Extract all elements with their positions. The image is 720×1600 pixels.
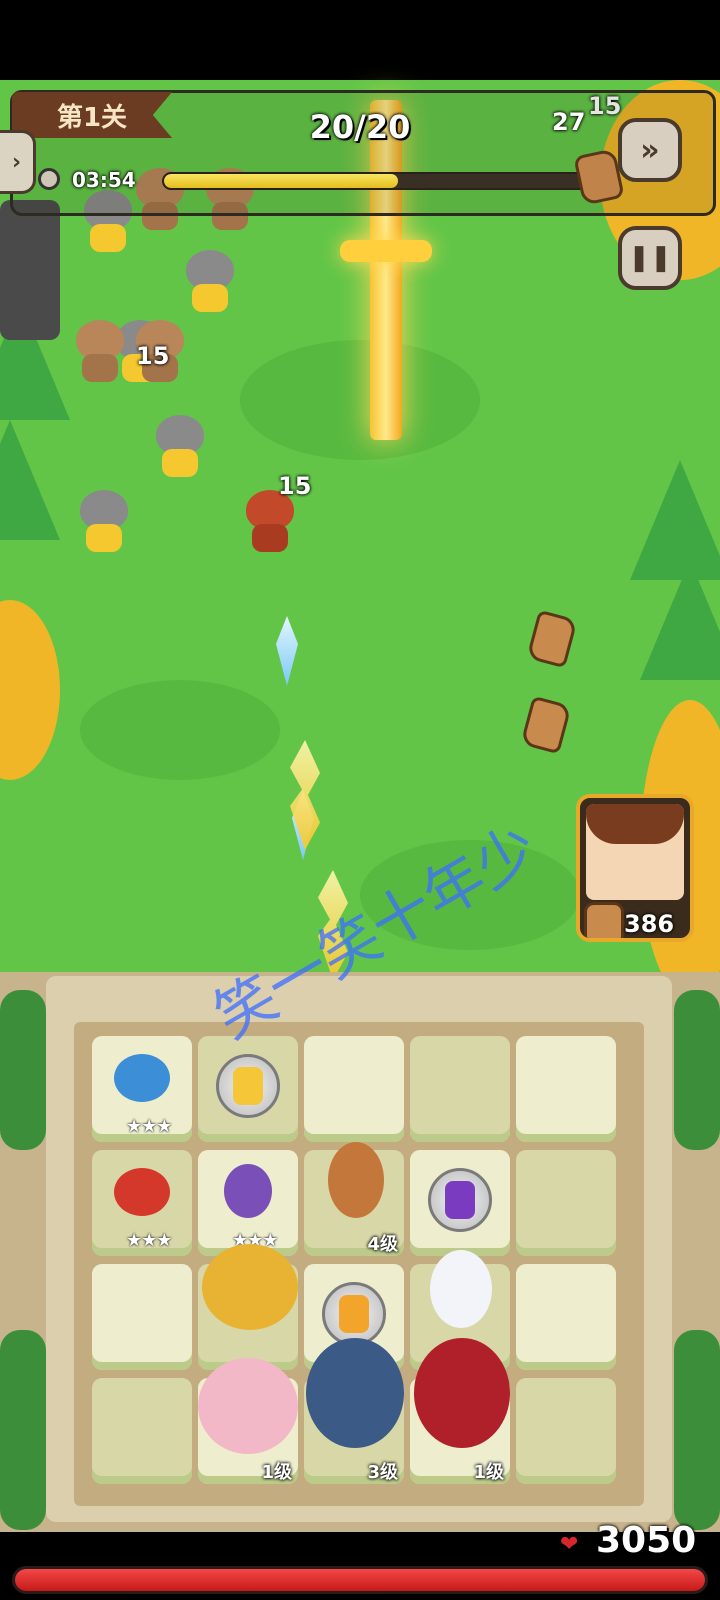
gold-coin-drop[interactable] (520, 695, 572, 755)
board-cell[interactable] (410, 1036, 510, 1142)
hero-skill-card[interactable]: 386 (576, 794, 694, 942)
damage-number: 15 (278, 472, 312, 500)
hero-hair (586, 804, 684, 844)
rock (0, 200, 60, 340)
enemy-duck (74, 490, 134, 554)
player-hp-fill (15, 1569, 705, 1591)
grass-patch (240, 340, 480, 460)
fox-girl-unit[interactable] (198, 1358, 298, 1454)
fast-forward-button[interactable]: » (618, 118, 682, 182)
board-cell[interactable] (410, 1150, 510, 1256)
pine-tree (640, 560, 720, 680)
board-cell[interactable]: 1级 (410, 1338, 510, 1484)
hero-card-cost: 386 (624, 910, 675, 938)
board-cell[interactable]: ★★★ (92, 1036, 192, 1142)
heart-icon: ❤ (560, 1532, 579, 1557)
autumn-tree (0, 600, 60, 780)
enemy-duck (150, 415, 210, 479)
side-drawer-tab[interactable]: › (0, 130, 36, 194)
pause-icon: ❚❚ (628, 243, 672, 273)
chevron-right-icon: › (11, 149, 22, 175)
ice-crystal-projectile (276, 616, 298, 686)
dark-knight-unit[interactable] (306, 1338, 404, 1448)
hedge-bush (674, 990, 720, 1150)
player-hp-value: 3050 (596, 1520, 697, 1561)
fast-forward-icon: » (640, 132, 660, 168)
unit-level-label: 3级 (367, 1462, 398, 1483)
hedge-bush (0, 990, 46, 1150)
coin-icon (584, 902, 624, 938)
unit-star-rank: ★★★ (126, 1116, 172, 1137)
purple-dice-tool[interactable] (428, 1168, 492, 1232)
giant-sword-guard (340, 240, 432, 262)
wave-progress-fill (164, 174, 399, 188)
board-cell[interactable] (92, 1264, 192, 1370)
countdown-timer: 03:54 (72, 168, 136, 192)
unit-star-rank: ★★★ (126, 1230, 172, 1251)
hero-boy-unit[interactable] (328, 1142, 384, 1218)
board-cell[interactable] (516, 1378, 616, 1484)
blue-pokemon-unit[interactable] (114, 1054, 170, 1102)
unit-level-label: 1级 (261, 1462, 292, 1483)
gold-coin-drop[interactable] (526, 609, 578, 669)
board-cell[interactable]: ★★★ (92, 1150, 192, 1256)
board-cell[interactable]: ★★★ (198, 1150, 298, 1256)
enemy-capybara (70, 320, 130, 384)
board-cell[interactable] (198, 1244, 298, 1370)
board-cell[interactable]: 4级 (304, 1142, 404, 1256)
board-cell[interactable] (92, 1378, 192, 1484)
board-cell[interactable] (516, 1150, 616, 1256)
board-cell[interactable] (304, 1036, 404, 1142)
gold-dragon-unit[interactable] (202, 1244, 298, 1330)
pine-tree (0, 420, 60, 540)
hedge-bush (0, 1330, 46, 1530)
board-cell[interactable]: 1级 (198, 1358, 298, 1484)
hedge-bush (674, 1330, 720, 1530)
board-cell[interactable]: 3级 (304, 1338, 404, 1484)
grass-patch (80, 680, 280, 780)
wave-progress-bar (162, 172, 592, 190)
sword-tool[interactable] (216, 1054, 280, 1118)
clock-icon (38, 168, 60, 190)
damage-number: 15 (136, 342, 170, 370)
unit-level-label: 4级 (367, 1234, 398, 1255)
player-hp-bar (12, 1566, 708, 1594)
wave-counter: 20/20 (309, 108, 411, 146)
red-witch-unit[interactable] (414, 1338, 510, 1448)
board-cell[interactable] (198, 1036, 298, 1142)
fire-bird-unit[interactable] (114, 1168, 170, 1216)
pause-button[interactable]: ❚❚ (618, 226, 682, 290)
board-cell[interactable] (516, 1036, 616, 1142)
lightning-effect (290, 740, 320, 850)
purple-monkey-unit[interactable] (224, 1164, 272, 1218)
sword-dice-tool[interactable] (322, 1282, 386, 1346)
stage-label: 第1关 (12, 92, 172, 138)
enemy-duck (180, 250, 240, 314)
board-cell[interactable] (516, 1264, 616, 1370)
white-rabbit-unit[interactable] (430, 1250, 492, 1328)
unit-level-label: 1级 (473, 1462, 504, 1483)
enemy-count: 27 (552, 108, 586, 136)
